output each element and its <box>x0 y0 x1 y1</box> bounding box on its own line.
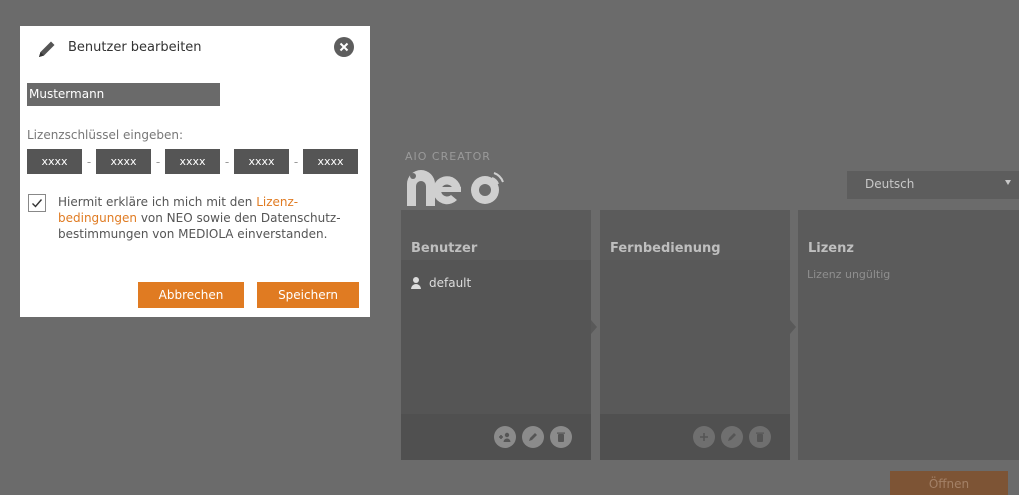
delete-user-button[interactable] <box>550 426 572 448</box>
user-icon <box>411 277 421 289</box>
key-separator: - <box>293 154 299 169</box>
edit-remote-button[interactable] <box>721 426 743 448</box>
trash-icon <box>557 432 565 442</box>
app-logo: AIO CREATOR <box>405 150 545 210</box>
username-field[interactable]: Mustermann <box>27 83 220 106</box>
terms-text: Hiermit erkläre ich mich mit den Lizenz-… <box>58 194 358 242</box>
license-key-field-5[interactable]: xxxx <box>303 149 358 174</box>
dialog-title: Benutzer bearbeiten <box>68 40 202 55</box>
edit-user-dialog: Benutzer bearbeiten Mustermann Lizenzsch… <box>20 26 370 317</box>
add-remote-button[interactable] <box>693 426 715 448</box>
edit-icon <box>728 433 736 441</box>
language-select[interactable]: Deutsch <box>847 171 1019 199</box>
chevron-down-icon <box>1005 180 1011 185</box>
license-terms-link[interactable]: bedingungen <box>58 211 137 225</box>
key-separator: - <box>86 154 92 169</box>
license-panel: Lizenz Lizenz ungültig <box>798 210 1019 460</box>
close-icon <box>339 42 349 52</box>
users-toolbar <box>401 414 591 460</box>
add-user-button[interactable] <box>494 426 516 448</box>
terms-checkbox[interactable] <box>28 194 46 212</box>
trash-icon <box>756 432 764 442</box>
delete-remote-button[interactable] <box>749 426 771 448</box>
edit-user-button[interactable] <box>522 426 544 448</box>
save-button[interactable]: Speichern <box>257 282 359 308</box>
remotes-list <box>600 260 790 414</box>
license-terms-link[interactable]: Lizenz- <box>256 195 298 209</box>
remotes-toolbar <box>600 414 790 460</box>
users-panel-title: Benutzer <box>401 210 591 260</box>
add-icon <box>700 433 708 441</box>
cancel-button[interactable]: Abbrechen <box>138 282 244 308</box>
key-separator: - <box>224 154 230 169</box>
neo-logo-icon <box>407 170 504 206</box>
panel-arrow <box>790 320 796 334</box>
language-value: Deutsch <box>865 177 915 191</box>
remotes-panel-title: Fernbedienung <box>600 210 790 260</box>
license-key-inputs: xxxx - xxxx - xxxx - xxxx - xxxx <box>27 149 358 174</box>
open-button[interactable]: Öffnen <box>890 471 1008 495</box>
user-name: default <box>429 276 472 290</box>
list-item[interactable]: default <box>411 276 471 290</box>
checkmark-icon <box>32 199 43 208</box>
users-list: default <box>401 260 591 414</box>
users-panel: Benutzer default <box>401 210 597 460</box>
terms-text-part: bestimmungen von MEDIOLA einverstanden. <box>58 227 328 241</box>
license-key-field-4[interactable]: xxxx <box>234 149 289 174</box>
license-key-label: Lizenzschlüssel eingeben: <box>27 128 184 142</box>
license-key-field-3[interactable]: xxxx <box>165 149 220 174</box>
license-key-field-2[interactable]: xxxx <box>96 149 151 174</box>
license-panel-title: Lizenz <box>798 210 1019 256</box>
pencil-icon <box>39 41 55 57</box>
panel-arrow <box>591 320 597 334</box>
key-separator: - <box>155 154 161 169</box>
close-button[interactable] <box>334 37 354 57</box>
license-status: Lizenz ungültig <box>807 268 891 281</box>
remotes-panel: Fernbedienung <box>600 210 796 460</box>
add-user-icon <box>499 432 511 442</box>
terms-text-part: Hiermit erkläre ich mich mit den <box>58 195 257 209</box>
edit-icon <box>529 433 537 441</box>
terms-text-part: von NEO sowie den Datenschutz- <box>137 211 341 225</box>
license-key-field-1[interactable]: xxxx <box>27 149 82 174</box>
